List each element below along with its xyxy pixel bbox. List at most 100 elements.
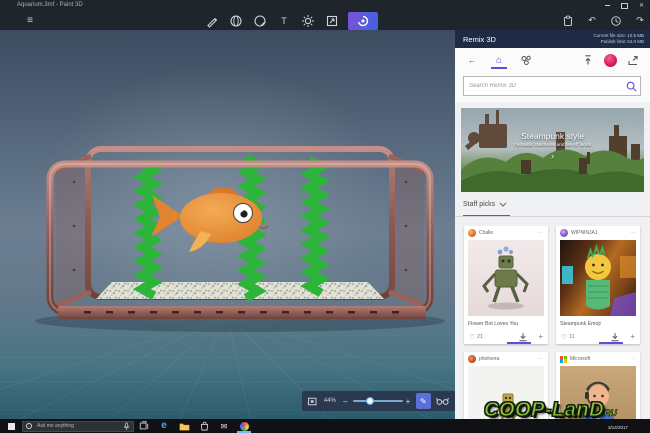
card-actions: ♡ 11 + [556,329,640,344]
brush-tool-button[interactable] [204,13,220,29]
remix-panel-header: Remix 3D Current file size: 10.5 MB Publ… [455,30,650,48]
sphere-icon [230,14,242,27]
more-menu-icon[interactable]: ··· [538,230,545,236]
mail-button[interactable]: ✉ [214,419,234,433]
remix-nav-right [581,53,640,67]
download-button[interactable] [518,332,528,342]
edge-icon: e [161,420,167,431]
creator-name: pholivera [479,356,500,362]
effects-tool-button[interactable] [300,13,316,29]
creator-avatar[interactable] [560,229,568,237]
model-thumbnail[interactable] [468,240,544,316]
more-menu-icon[interactable]: ··· [538,356,545,362]
microsoft-logo [560,355,567,363]
cortana-search-box[interactable] [22,420,134,432]
more-menu-icon[interactable]: ··· [630,356,637,362]
add-to-scene-button[interactable]: + [538,332,543,341]
staff-picks-dropdown[interactable]: Staff picks [463,201,507,208]
taskbar-search-input[interactable] [35,422,120,430]
close-button[interactable]: ✕ [633,0,650,11]
model-card-steampunk-emoji[interactable]: WIPNINJA1 ··· Steampunk Emoji ♡ 11 + [556,226,640,344]
zoom-slider-thumb[interactable] [366,397,375,405]
mixed-reality-button[interactable] [436,393,450,409]
download-icon [611,332,619,341]
banner-chevron-icon[interactable]: › [461,151,644,161]
like-count: 11 [568,333,575,340]
stickers-tool-button[interactable] [252,13,268,29]
download-button[interactable] [610,332,620,342]
zoom-out-button[interactable]: – [342,397,348,406]
upload-button[interactable] [581,53,595,67]
steampunk-emoji-artwork [562,243,636,316]
edit-mode-button[interactable]: ✎ [415,393,431,409]
banner-title: Steampunk style [521,131,584,141]
minimize-button[interactable] [599,0,616,11]
file-explorer-button[interactable] [174,419,194,433]
menu-button[interactable]: ≡ [22,11,38,30]
task-view-icon [139,421,149,430]
maximize-button[interactable] [616,0,633,11]
creator-name: Microsoft [570,356,591,362]
home-tab[interactable]: ⌂ [491,53,507,69]
section-divider [455,216,650,217]
zoom-slider[interactable] [353,397,404,406]
search-icon[interactable] [626,81,637,92]
history-button[interactable] [609,14,623,28]
search-input[interactable] [463,76,641,96]
download-icon [519,332,527,341]
card-actions: ♡ 21 + [464,329,548,344]
more-menu-icon[interactable]: ··· [630,230,637,236]
model-thumbnail[interactable] [560,240,636,316]
maximize-icon [621,2,628,9]
microphone-icon[interactable] [123,421,130,431]
creator-avatar[interactable] [468,355,476,363]
3d-viewport[interactable] [0,30,455,419]
history-group: ↶ ↷ [561,11,647,30]
windows-logo-icon [7,422,15,430]
minimize-icon [605,5,610,6]
download-underline [507,342,531,344]
window-title: Aquarium.3mf - Paint 3D [17,2,83,8]
boards-tab[interactable] [519,53,533,67]
redo-button[interactable]: ↷ [633,14,647,28]
like-icon[interactable]: ♡ [469,333,475,341]
tool-group: T [204,11,378,30]
open-remix-site-button[interactable] [626,53,640,67]
zoom-slider-track [353,400,404,402]
canvas-tool-button[interactable] [324,13,340,29]
tray-date: 3/14/2017 [607,425,628,430]
model-card-flower-bot[interactable]: Challe ··· Flower Bot Loves You ♡ 21 + [464,226,548,344]
coopland-watermark: COOP-LanDRU [483,399,618,422]
store-bag-icon [200,421,208,431]
3d-glasses-icon [436,397,450,405]
zoom-in-button[interactable]: + [405,397,411,406]
3d-shapes-tool-button[interactable] [228,13,244,29]
start-button[interactable] [0,419,22,433]
zoom-toolbar: 44% – + ✎ [302,391,455,411]
back-button[interactable]: ← [465,53,479,67]
store-button[interactable] [194,419,214,433]
download-underline [599,342,623,344]
undo-button[interactable]: ↶ [585,14,599,28]
boards-icon [521,55,531,66]
card-header: WIPNINJA1 ··· [556,226,640,240]
launch-icon [628,55,638,66]
banner-text: Steampunk style Fantastic machines and f… [461,131,644,161]
user-avatar[interactable] [604,53,617,67]
folder-icon [179,423,189,431]
like-icon[interactable]: ♡ [561,333,567,341]
task-view-button[interactable] [134,419,154,433]
edge-browser-button[interactable]: e [154,419,174,433]
paste-button[interactable] [561,14,575,28]
sun-icon [302,14,314,27]
add-to-scene-button[interactable]: + [630,332,635,341]
fit-to-view-icon[interactable] [307,396,317,407]
steampunk-banner[interactable]: Steampunk style Fantastic machines and f… [461,108,644,192]
creator-avatar[interactable] [468,229,476,237]
text-tool-button[interactable]: T [276,13,292,29]
paint3d-taskbar-button[interactable] [234,419,254,433]
window-controls: ✕ [599,0,650,11]
watermark-suffix: RU [604,408,618,419]
remix-3d-panel: Remix 3D Current file size: 10.5 MB Publ… [455,30,650,419]
remix-3d-button[interactable] [348,11,378,30]
